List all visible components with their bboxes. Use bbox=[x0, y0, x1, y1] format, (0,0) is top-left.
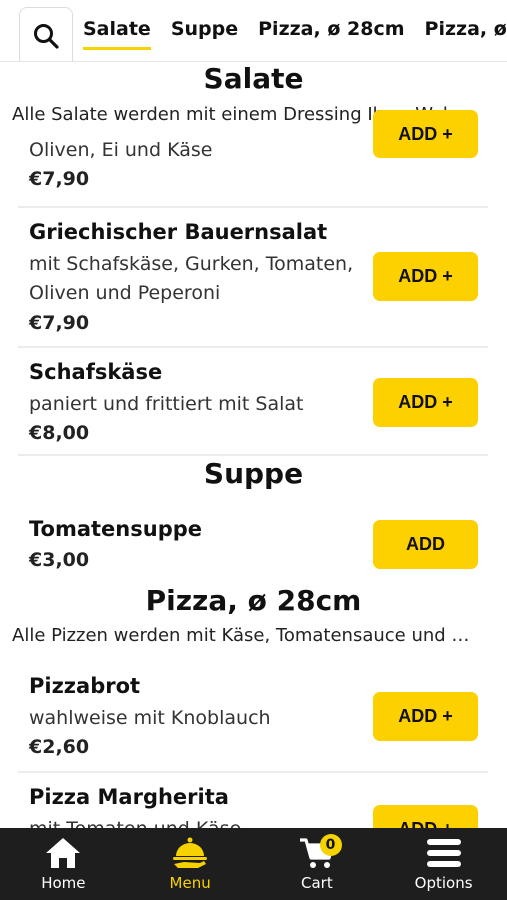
item-name: Griechischer Bauernsalat bbox=[29, 220, 328, 244]
item-name: Schafskäse bbox=[29, 360, 163, 384]
section-title-pizza-28: Pizza, ø 28cm bbox=[145, 584, 362, 617]
item-price: €2,60 bbox=[29, 736, 90, 758]
nav-cart-label: Cart bbox=[301, 874, 333, 892]
nav-home[interactable]: Home bbox=[0, 828, 127, 900]
add-button[interactable]: ADD + bbox=[373, 378, 478, 427]
search-icon bbox=[34, 23, 59, 49]
cart-count-badge: 0 bbox=[319, 834, 342, 856]
add-button[interactable]: ADD bbox=[373, 520, 478, 569]
nav-options-label: Options bbox=[414, 874, 473, 892]
item-price: €8,00 bbox=[29, 422, 90, 444]
item-name: Pizzabrot bbox=[29, 674, 141, 698]
nav-options[interactable]: Options bbox=[380, 828, 507, 900]
search-button[interactable] bbox=[19, 7, 73, 61]
category-bar: Salate Suppe Pizza, ø 28cm Pizza, ø 32cm bbox=[0, 0, 507, 62]
menu-item[interactable]: Griechischer Bauernsalat mit Schafskäse,… bbox=[18, 208, 488, 348]
menu-cloche-icon bbox=[173, 837, 208, 868]
item-description: paniert und frittiert mit Salat bbox=[29, 393, 304, 415]
tab-pizza-28[interactable]: Pizza, ø 28cm bbox=[258, 18, 404, 44]
item-price: €7,90 bbox=[29, 312, 90, 334]
item-price: €7,90 bbox=[29, 168, 90, 190]
nav-menu[interactable]: Menu bbox=[127, 828, 254, 900]
nav-cart[interactable]: 0 Cart bbox=[254, 828, 381, 900]
menu-item[interactable]: Pizzabrot wahlweise mit Knoblauch €2,60 … bbox=[18, 662, 488, 773]
nav-menu-label: Menu bbox=[169, 874, 211, 892]
tab-salate[interactable]: Salate bbox=[83, 18, 151, 50]
item-name: Tomatensuppe bbox=[29, 517, 203, 541]
item-description: Oliven, Ei und Käse bbox=[29, 139, 213, 161]
menu-list[interactable]: Salate Alle Salate werden mit einem Dres… bbox=[0, 62, 507, 828]
add-button[interactable]: ADD + bbox=[373, 110, 478, 158]
bottom-navigation: Home Menu 0 Cart Options bbox=[0, 828, 507, 900]
menu-item[interactable]: Oliven, Ei und Käse €7,90 ADD + bbox=[18, 110, 488, 208]
item-description: wahlweise mit Knoblauch bbox=[29, 707, 271, 729]
menu-item[interactable]: Schafskäse paniert und frittiert mit Sal… bbox=[18, 348, 488, 456]
item-name: Pizza Margherita bbox=[29, 785, 229, 809]
menu-item[interactable]: Pizza Margherita mit Tomaten und Käse AD… bbox=[18, 773, 488, 828]
add-button[interactable]: ADD + bbox=[373, 692, 478, 741]
add-button[interactable]: ADD + bbox=[373, 252, 478, 301]
category-tabs: Salate Suppe Pizza, ø 28cm Pizza, ø 32cm bbox=[83, 0, 507, 61]
options-icon bbox=[426, 839, 461, 867]
item-description: mit Schafskäse, Gurken, Tomaten, Oliven … bbox=[29, 253, 354, 304]
add-button[interactable]: ADD + bbox=[373, 805, 478, 828]
section-title-salate: Salate bbox=[203, 62, 304, 95]
section-subtitle-pizza-28: Alle Pizzen werden mit Käse, Tomatensauc… bbox=[12, 625, 470, 646]
nav-home-label: Home bbox=[41, 874, 86, 892]
section-title-suppe: Suppe bbox=[203, 457, 304, 490]
item-price: €3,00 bbox=[29, 549, 90, 571]
home-icon bbox=[46, 838, 81, 868]
item-description: mit Tomaten und Käse bbox=[29, 815, 364, 828]
menu-item[interactable]: Tomatensuppe €3,00 ADD bbox=[18, 507, 488, 587]
tab-suppe[interactable]: Suppe bbox=[171, 18, 238, 44]
tab-pizza-32[interactable]: Pizza, ø 32cm bbox=[425, 18, 507, 44]
